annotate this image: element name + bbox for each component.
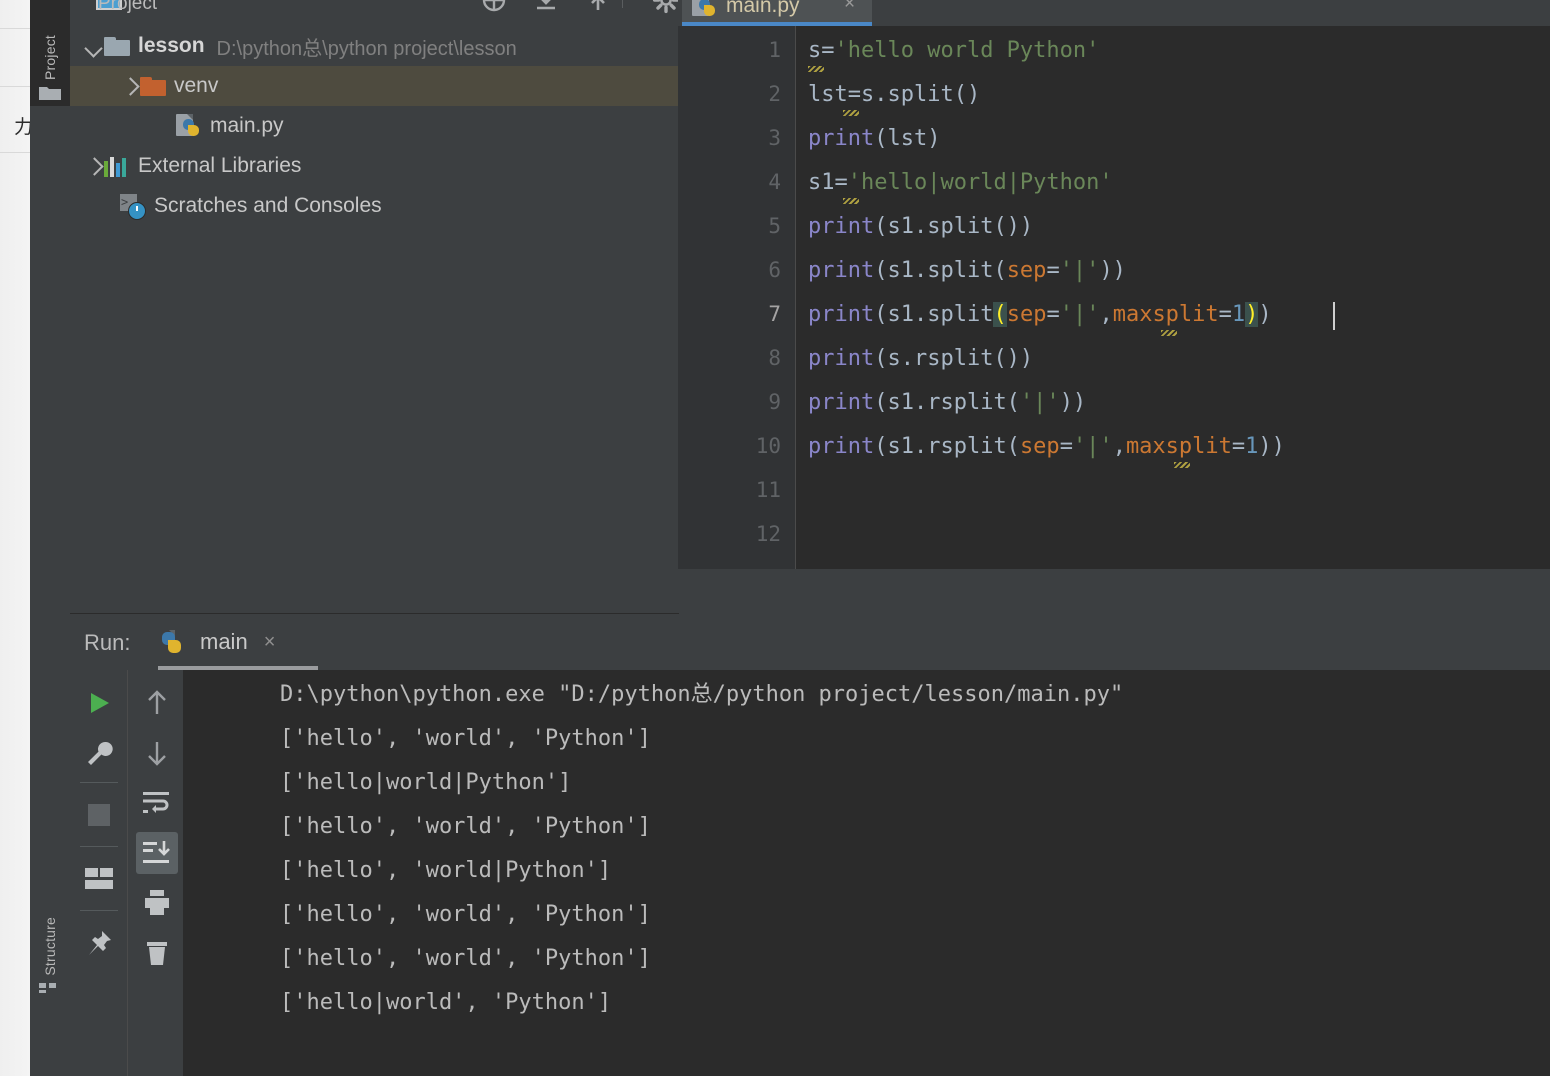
code-line-10: print(s1.rsplit(sep='|',maxsplit=1)) bbox=[808, 434, 1285, 459]
tree-node-external-libraries-label: External Libraries bbox=[138, 154, 302, 177]
code-line-9: print(s1.rsplit('|')) bbox=[808, 390, 1087, 415]
editor-tab-bar: main.py × bbox=[678, 0, 1550, 26]
console-line: ['hello|world|Python'] bbox=[280, 770, 572, 795]
trash-icon[interactable] bbox=[136, 932, 178, 974]
tab-main-py-label: main.py bbox=[726, 0, 800, 17]
tree-node-main-py[interactable]: main.py bbox=[70, 106, 678, 146]
folder-icon bbox=[39, 85, 61, 106]
line-number: 6 bbox=[768, 258, 781, 282]
editor-gutter[interactable]: 1 2 3 4 5 6 7 8 9 10 11 12 bbox=[678, 26, 796, 569]
editor-area: main.py × 1 2 3 4 5 6 7 8 9 10 11 12 s='… bbox=[678, 0, 1550, 613]
wrench-icon[interactable] bbox=[78, 732, 120, 774]
collapse-all-icon[interactable] bbox=[532, 0, 560, 19]
tree-node-lesson-label: lesson bbox=[138, 34, 205, 57]
console-line: ['hello', 'world', 'Python'] bbox=[280, 814, 651, 839]
run-panel-label: Run: bbox=[84, 630, 131, 655]
sidebar-item-project[interactable]: Project bbox=[30, 0, 70, 106]
pin-icon[interactable] bbox=[78, 922, 120, 964]
tool-window-stripe: Project Structure es bbox=[30, 0, 71, 1076]
layout-icon[interactable] bbox=[78, 858, 120, 900]
expand-all-icon[interactable] bbox=[584, 0, 612, 19]
rerun-play-icon[interactable] bbox=[78, 682, 120, 724]
scroll-to-end-icon[interactable] bbox=[136, 832, 178, 874]
print-icon[interactable] bbox=[136, 882, 178, 924]
code-line-1: s='hello world Python' bbox=[808, 38, 1100, 63]
console-line: ['hello', 'world', 'Python'] bbox=[280, 902, 651, 927]
soft-wrap-icon[interactable] bbox=[136, 782, 178, 824]
run-tool-window: Run: main × D:\python\python.exe "D:/pyt… bbox=[70, 614, 1550, 1076]
close-icon[interactable]: × bbox=[844, 0, 860, 13]
stop-icon[interactable] bbox=[78, 794, 120, 836]
chevron-right-icon[interactable] bbox=[84, 156, 104, 176]
run-toolbar-left bbox=[70, 670, 126, 1076]
line-number: 3 bbox=[768, 126, 781, 150]
line-number: 12 bbox=[755, 522, 781, 546]
close-icon[interactable]: × bbox=[264, 631, 276, 654]
tree-node-lesson-path: D:\python总\python project\lesson bbox=[216, 37, 517, 60]
run-panel-header: Run: main × bbox=[70, 614, 1550, 670]
console-line: ['hello', 'world', 'Python'] bbox=[280, 726, 651, 751]
project-panel-title: Project bbox=[98, 0, 158, 14]
code-line-7: print(s1.split(sep='|',maxsplit=1)) bbox=[808, 302, 1272, 327]
python-file-icon bbox=[692, 0, 718, 19]
folder-icon bbox=[104, 36, 130, 56]
line-number: 2 bbox=[768, 82, 781, 106]
tree-node-venv[interactable]: venv bbox=[70, 66, 678, 106]
libraries-icon bbox=[104, 155, 130, 177]
run-tab-main-label: main bbox=[200, 629, 248, 654]
console-line: D:\python\python.exe "D:/python总/python … bbox=[280, 682, 1124, 707]
tree-node-scratches[interactable]: > Scratches and Consoles bbox=[70, 186, 678, 226]
chevron-right-icon[interactable] bbox=[120, 76, 140, 96]
tree-node-scratches-label: Scratches and Consoles bbox=[154, 194, 382, 217]
code-line-6: print(s1.split(sep='|')) bbox=[808, 258, 1126, 283]
code-line-4: s1='hello|world|Python' bbox=[808, 170, 1113, 195]
editor-bottom-strip bbox=[678, 569, 1550, 613]
tree-node-lesson[interactable]: lesson D:\python总\python project\lesson bbox=[70, 26, 678, 66]
sidebar-item-structure[interactable]: Structure bbox=[30, 880, 70, 1000]
line-number: 4 bbox=[768, 170, 781, 194]
locate-icon[interactable] bbox=[480, 0, 508, 19]
project-tool-window: Project lesson D:\python总\python project… bbox=[70, 0, 679, 614]
console-line: ['hello', 'world|Python'] bbox=[280, 858, 612, 883]
text-caret bbox=[1333, 302, 1335, 330]
run-toolbar bbox=[70, 670, 184, 1076]
arrow-up-icon[interactable] bbox=[136, 682, 178, 724]
line-number: 11 bbox=[755, 478, 781, 502]
code-line-8: print(s.rsplit()) bbox=[808, 346, 1034, 371]
tree-node-venv-label: venv bbox=[174, 74, 219, 97]
code-line-2: lst=s.split() bbox=[808, 82, 981, 107]
structure-icon bbox=[39, 981, 61, 1000]
code-line-5: print(s1.split()) bbox=[808, 214, 1034, 239]
code-editor[interactable]: s='hello world Python' lst=s.split() pri… bbox=[796, 26, 1550, 569]
sidebar-item-project-label: Project bbox=[42, 35, 58, 80]
project-tree[interactable]: lesson D:\python总\python project\lesson … bbox=[70, 26, 678, 612]
run-tab-main[interactable]: main × bbox=[158, 620, 275, 664]
line-number-current: 7 bbox=[768, 302, 781, 326]
tree-node-external-libraries[interactable]: External Libraries bbox=[70, 146, 678, 186]
run-toolbar-right bbox=[127, 670, 184, 1076]
console-line: ['hello|world', 'Python'] bbox=[280, 990, 612, 1015]
line-number: 9 bbox=[768, 390, 781, 414]
arrow-down-icon[interactable] bbox=[136, 732, 178, 774]
project-panel-header: Project bbox=[70, 0, 678, 26]
python-icon bbox=[158, 629, 184, 655]
sidebar-item-favorites[interactable]: es bbox=[30, 1038, 70, 1076]
sidebar-item-structure-label: Structure bbox=[42, 917, 58, 976]
pycharm-window: 力 Project Structure es bbox=[0, 0, 1550, 1076]
python-file-icon bbox=[176, 113, 202, 139]
chevron-down-icon[interactable] bbox=[84, 36, 104, 56]
line-number: 8 bbox=[768, 346, 781, 370]
run-console-output[interactable]: D:\python\python.exe "D:/python总/python … bbox=[184, 670, 1550, 1076]
line-number: 5 bbox=[768, 214, 781, 238]
code-line-3: print(lst) bbox=[808, 126, 941, 151]
console-line: ['hello', 'world', 'Python'] bbox=[280, 946, 651, 971]
gear-icon[interactable] bbox=[652, 0, 678, 19]
tree-node-main-py-label: main.py bbox=[210, 114, 284, 137]
folder-orange-icon bbox=[140, 76, 166, 96]
scratches-icon: > bbox=[120, 194, 146, 220]
line-number: 10 bbox=[755, 434, 781, 458]
line-number: 1 bbox=[768, 38, 781, 62]
